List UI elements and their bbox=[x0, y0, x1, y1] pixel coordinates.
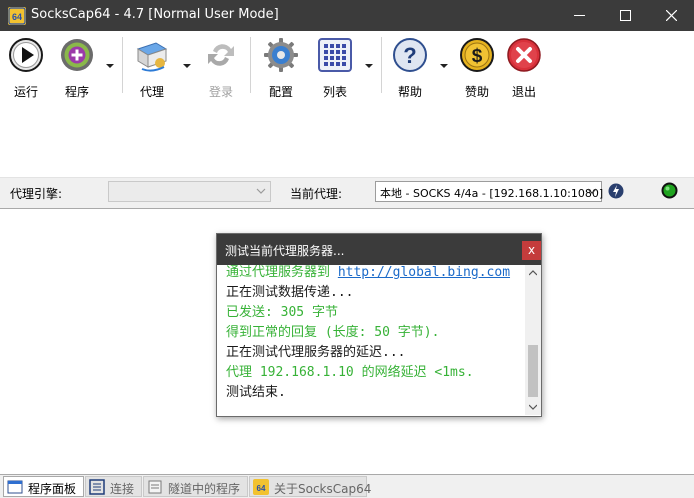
list-label: 列表 bbox=[322, 85, 347, 99]
program-label: 程序 bbox=[64, 85, 89, 99]
tab-label: 连接 bbox=[110, 482, 135, 496]
tab-label: 隧道中的程序 bbox=[168, 482, 241, 496]
proxy-icon bbox=[136, 42, 168, 72]
list-dropdown-arrow-icon[interactable] bbox=[365, 62, 373, 70]
tab-label: 关于SocksCap64 bbox=[274, 482, 372, 496]
log-line: 正在测试数据传递... bbox=[226, 285, 354, 300]
list-grid-icon bbox=[318, 38, 352, 72]
tab-tunnel-programs[interactable]: 隧道中的程序 bbox=[143, 476, 248, 497]
program-dropdown-arrow-icon[interactable] bbox=[106, 62, 114, 70]
sockscap64-app-icon: 64 bbox=[8, 7, 26, 25]
minimize-icon bbox=[574, 15, 585, 16]
svg-text:64: 64 bbox=[257, 484, 266, 493]
log-scrollbar[interactable] bbox=[525, 265, 541, 415]
toolbar: 运行 程序 代理 登录 配置 列表 ? 帮助 $ 赞助 退出 bbox=[0, 31, 694, 99]
test-url-link[interactable]: http://global.bing.com bbox=[338, 265, 510, 280]
exit-icon bbox=[507, 38, 541, 72]
log-line: 测试结束. bbox=[226, 385, 286, 400]
test-log-area: 通过代理服务器到 http://global.bing.com 正在测试数据传递… bbox=[217, 265, 525, 415]
chevron-down-icon bbox=[256, 188, 266, 194]
donate-dollar-icon: $ bbox=[460, 38, 494, 72]
program-button[interactable]: 程序 bbox=[55, 35, 99, 99]
tunnel-programs-icon bbox=[148, 480, 162, 494]
scroll-down-arrow-icon[interactable] bbox=[529, 404, 537, 410]
help-dropdown-arrow-icon[interactable] bbox=[440, 62, 448, 70]
dialog-title-bar: 测试当前代理服务器... x bbox=[217, 234, 541, 265]
svg-text:?: ? bbox=[403, 43, 416, 68]
log-line: 已发送: 305 字节 bbox=[226, 305, 338, 320]
close-icon bbox=[666, 10, 677, 21]
minimize-button[interactable] bbox=[556, 0, 602, 31]
list-button[interactable]: 列表 bbox=[313, 35, 357, 99]
exit-label: 退出 bbox=[511, 85, 536, 99]
tab-connections[interactable]: 连接 bbox=[85, 476, 142, 497]
log-line: 得到正常的回复 (长度: 50 字节). bbox=[226, 325, 440, 340]
dialog-title: 测试当前代理服务器... bbox=[225, 244, 345, 258]
login-icon bbox=[208, 44, 234, 66]
settings-button[interactable]: 配置 bbox=[259, 35, 303, 99]
proxy-label: 代理 bbox=[139, 85, 164, 99]
tab-label: 程序面板 bbox=[28, 482, 77, 496]
title-bar: 64 SocksCap64 - 4.7 [Normal User Mode] bbox=[0, 0, 694, 31]
log-line: 通过代理服务器到 http://global.bing.com bbox=[226, 265, 510, 280]
scrollbar-thumb[interactable] bbox=[528, 345, 538, 397]
proxy-dropdown-arrow-icon[interactable] bbox=[183, 62, 191, 70]
svg-text:64: 64 bbox=[12, 12, 22, 22]
settings-gear-icon bbox=[264, 38, 298, 72]
proxy-test-dialog: 测试当前代理服务器... x 通过代理服务器到 http://global.bi… bbox=[216, 233, 542, 417]
dialog-close-button[interactable]: x bbox=[522, 241, 541, 260]
proxy-button[interactable]: 代理 bbox=[130, 35, 174, 99]
tab-about[interactable]: 64 关于SocksCap64 bbox=[249, 476, 371, 497]
login-label: 登录 bbox=[208, 85, 233, 99]
scroll-up-arrow-icon[interactable] bbox=[529, 270, 537, 276]
maximize-button[interactable] bbox=[602, 0, 648, 31]
close-button[interactable] bbox=[648, 0, 694, 31]
maximize-icon bbox=[620, 10, 631, 21]
tab-program-panel[interactable]: 程序面板 bbox=[3, 476, 84, 497]
login-button[interactable]: 登录 bbox=[199, 35, 243, 99]
current-proxy-value: 本地 - SOCKS 4/4a - [192.168.1.10:1080] bbox=[380, 187, 604, 200]
run-label: 运行 bbox=[13, 85, 38, 99]
log-line: 正在测试代理服务器的延迟... bbox=[226, 345, 406, 360]
add-program-icon bbox=[61, 39, 93, 71]
exit-button[interactable]: 退出 bbox=[502, 35, 546, 99]
help-icon: ? bbox=[393, 38, 427, 72]
proxy-status-indicator-icon bbox=[661, 182, 678, 199]
help-label: 帮助 bbox=[397, 85, 422, 99]
donate-button[interactable]: $ 赞助 bbox=[455, 35, 499, 99]
run-button[interactable]: 运行 bbox=[4, 35, 48, 99]
toolbar-separator bbox=[122, 37, 123, 93]
log-text: 通过代理服务器到 bbox=[226, 265, 338, 280]
bottom-tab-bar: 程序面板 连接 隧道中的程序 64 关于SocksCap64 bbox=[0, 474, 694, 498]
window-title: SocksCap64 - 4.7 [Normal User Mode] bbox=[31, 7, 279, 22]
current-proxy-select[interactable]: 本地 - SOCKS 4/4a - [192.168.1.10:1080] bbox=[375, 181, 604, 202]
program-panel-icon bbox=[7, 480, 23, 494]
toolbar-separator bbox=[381, 37, 382, 93]
proxy-filter-bar: 代理引擎: 当前代理: 本地 - SOCKS 4/4a - [192.168.1… bbox=[0, 177, 694, 209]
help-button[interactable]: ? 帮助 bbox=[388, 35, 432, 99]
toolbar-separator bbox=[250, 37, 251, 93]
proxy-engine-select[interactable] bbox=[108, 181, 271, 202]
chevron-down-icon bbox=[587, 188, 597, 194]
current-proxy-label: 当前代理: bbox=[290, 187, 343, 201]
donate-label: 赞助 bbox=[464, 85, 489, 99]
svg-text:$: $ bbox=[472, 46, 483, 67]
connection-icon bbox=[89, 479, 105, 495]
test-proxy-lightning-icon[interactable] bbox=[608, 183, 624, 199]
proxy-engine-label: 代理引擎: bbox=[10, 187, 63, 201]
about-icon: 64 bbox=[253, 479, 269, 495]
log-line: 代理 192.168.1.10 的网络延迟 <1ms. bbox=[226, 365, 474, 380]
settings-label: 配置 bbox=[268, 85, 293, 99]
run-icon bbox=[9, 38, 43, 72]
